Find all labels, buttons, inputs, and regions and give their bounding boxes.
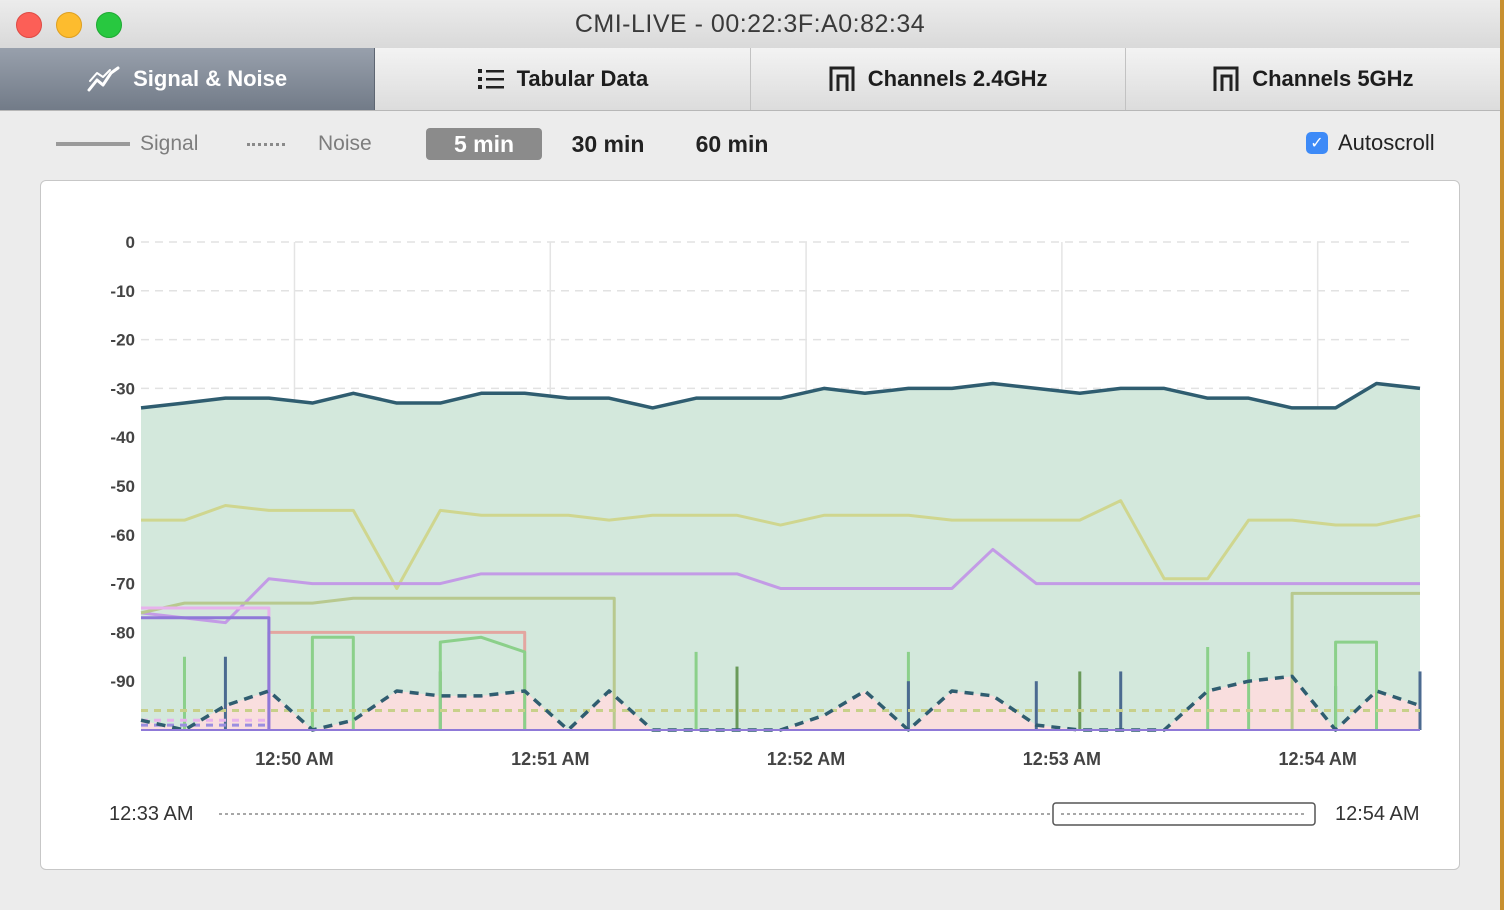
signal-noise-chart: 0 -10 -20 -30 -40 -50 -60 -70 -80 -90 12:50 AM 12:5…: [109, 233, 1422, 826]
legend-noise: Noise: [247, 128, 372, 160]
tab-label: Channels 2.4GHz: [867, 66, 1048, 91]
autoscroll-checkbox[interactable]: ✓: [1306, 132, 1328, 154]
y-tick-label: 0: [126, 233, 135, 252]
time-5min-button[interactable]: 5 min: [426, 128, 542, 160]
list-icon: [477, 67, 505, 91]
channel-icon: [828, 65, 856, 93]
y-tick-label: -80: [110, 623, 135, 642]
tab-channels-5ghz[interactable]: Channels 5GHz: [1125, 48, 1500, 110]
y-tick-label: -50: [110, 477, 135, 496]
x-tick-label: 12:53 AM: [1023, 749, 1101, 769]
time-60min-button[interactable]: 60 min: [680, 128, 784, 160]
app-window: CMI-LIVE - 00:22:3F:A0:82:34 Signal & No…: [0, 0, 1500, 910]
x-tick-label: 12:54 AM: [1278, 749, 1356, 769]
y-tick-label: -60: [110, 526, 135, 545]
channel-icon: [1212, 65, 1240, 93]
tab-signal-noise[interactable]: Signal & Noise: [0, 48, 376, 110]
y-tick-label: -40: [110, 428, 135, 447]
time-30min-button[interactable]: 30 min: [556, 128, 660, 160]
noise-line-swatch: [247, 142, 285, 146]
legend-signal-label: Signal: [140, 132, 199, 155]
window-title: CMI-LIVE - 00:22:3F:A0:82:34: [574, 10, 926, 38]
tab-channels-2-4ghz[interactable]: Channels 2.4GHz: [750, 48, 1126, 110]
tab-bar: Signal & Noise Tabular Data Channels 2.4…: [0, 48, 1500, 111]
line-chart-icon: [87, 65, 121, 93]
legend-noise-label: Noise: [318, 132, 372, 155]
tab-tabular-data[interactable]: Tabular Data: [375, 48, 751, 110]
y-tick-label: -90: [110, 672, 135, 691]
chart-panel: 0 -10 -20 -30 -40 -50 -60 -70 -80 -90 12:50 AM 12:5…: [40, 180, 1460, 870]
y-tick-label: -30: [110, 379, 135, 398]
legend-signal: Signal: [56, 128, 198, 160]
background-window-edge: [1500, 0, 1504, 910]
autoscroll-toggle[interactable]: ✓ Autoscroll: [1306, 130, 1435, 156]
x-tick-label: 12:51 AM: [511, 749, 589, 769]
title-bar: CMI-LIVE - 00:22:3F:A0:82:34: [0, 0, 1500, 49]
x-tick-label: 12:50 AM: [255, 749, 333, 769]
tab-label: Channels 5GHz: [1252, 66, 1414, 91]
y-tick-label: -70: [110, 575, 135, 594]
x-tick-label: 12:52 AM: [767, 749, 845, 769]
autoscroll-label: Autoscroll: [1338, 130, 1435, 155]
y-tick-label: -10: [110, 282, 135, 301]
tab-label: Signal & Noise: [133, 66, 288, 91]
signal-area: [141, 383, 1420, 730]
range-end-label: 12:54 AM: [1335, 803, 1420, 825]
signal-line-swatch: [56, 142, 130, 146]
tab-label: Tabular Data: [516, 66, 649, 91]
y-tick-label: -20: [110, 331, 135, 350]
range-start-label: 12:33 AM: [109, 803, 194, 825]
